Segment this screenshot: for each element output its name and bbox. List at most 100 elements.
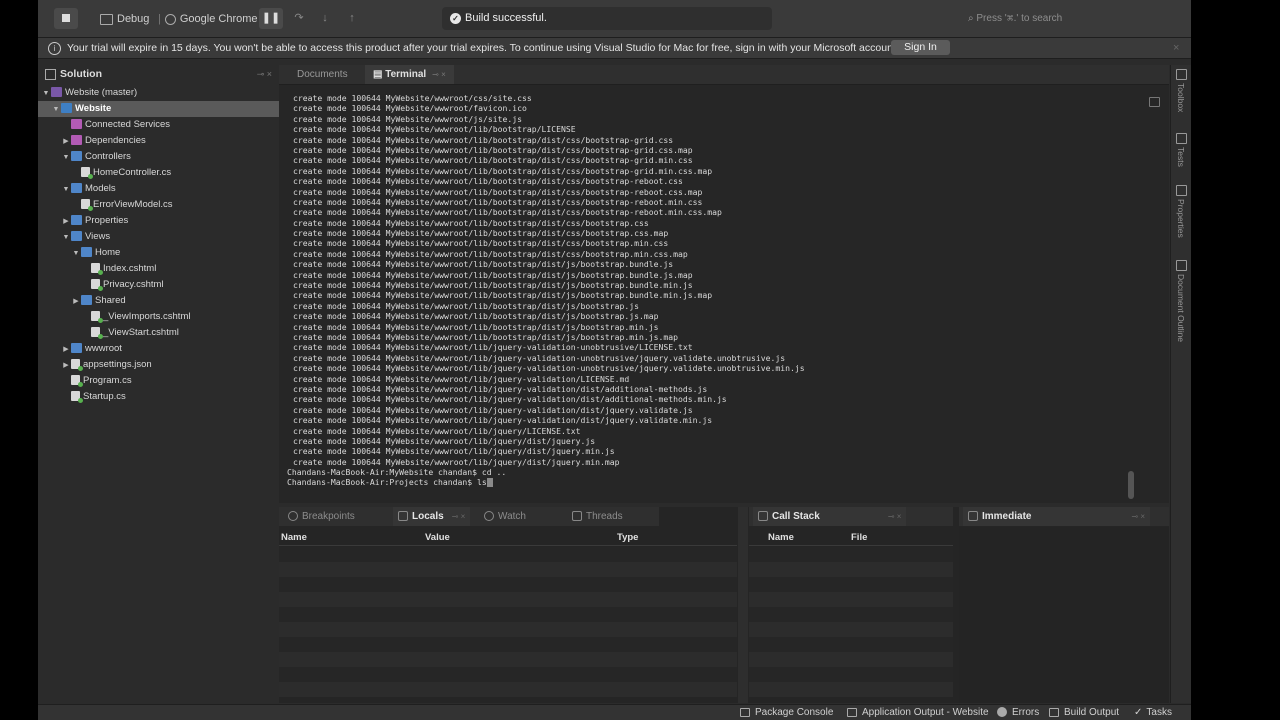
- tree-item[interactable]: Program.cs: [38, 373, 301, 389]
- tree-item-label: _ViewImports.cshtml: [103, 311, 191, 322]
- terminal-line: create mode 100644 MyWebsite/wwwroot/lib…: [293, 425, 581, 436]
- chevron-right-icon[interactable]: ▶: [61, 214, 71, 230]
- tree-item[interactable]: HomeController.cs: [38, 165, 311, 181]
- step-over-button[interactable]: ↷: [287, 8, 311, 29]
- tests-pad-button[interactable]: Tests: [1174, 133, 1188, 167]
- terminal-options-icon[interactable]: [1149, 97, 1160, 107]
- terminal-line: create mode 100644 MyWebsite/wwwroot/lib…: [293, 290, 713, 301]
- chevron-down-icon[interactable]: ▼: [71, 246, 81, 262]
- immediate-pad-tabs: Immediate ⊸ ×: [959, 507, 1169, 526]
- tree-item[interactable]: Connected Services: [38, 117, 301, 133]
- application-output-button[interactable]: Application Output - Website: [847, 705, 989, 720]
- tree-item-label: Program.cs: [83, 375, 132, 386]
- build-output-button[interactable]: Build Output: [1049, 705, 1119, 720]
- chevron-right-icon[interactable]: ▶: [71, 294, 81, 310]
- errors-icon: [997, 707, 1007, 718]
- sign-in-button[interactable]: Sign In: [891, 40, 950, 55]
- locals-col-name[interactable]: Name: [281, 531, 307, 545]
- callstack-col-file[interactable]: File: [851, 531, 867, 545]
- razor-file-icon: [91, 279, 103, 292]
- tree-item[interactable]: ▶ Properties: [38, 213, 301, 229]
- locals-col-value[interactable]: Value: [425, 531, 450, 545]
- tree-item-label: Privacy.cshtml: [103, 279, 164, 290]
- chevron-right-icon[interactable]: ▶: [61, 134, 71, 150]
- tab-controls[interactable]: ⊸ ×: [888, 512, 902, 521]
- package-console-button[interactable]: Package Console: [740, 705, 833, 720]
- tab-controls[interactable]: ⊸ ×: [432, 70, 446, 79]
- call-stack-empty-row: [749, 637, 953, 652]
- search-field[interactable]: ⌕ Press '⌘.' to search: [968, 8, 1168, 29]
- solution-icon: [51, 87, 62, 98]
- pause-button[interactable]: ❚❚: [259, 8, 283, 29]
- chevron-down-icon[interactable]: ▼: [61, 182, 71, 198]
- razor-file-icon: [91, 263, 103, 276]
- locals-empty-row: [279, 592, 737, 607]
- step-into-button[interactable]: ↓: [313, 8, 337, 29]
- tree-item[interactable]: ▼ Website: [38, 101, 291, 117]
- pad-controls[interactable]: ⊸ ×: [257, 65, 272, 83]
- immediate-pane[interactable]: [959, 527, 1169, 703]
- target-selector[interactable]: | Google Chrome: [154, 10, 258, 28]
- toolbox-pad-button[interactable]: Toolbox: [1174, 69, 1188, 112]
- tab-terminal[interactable]: ▤ Terminal ⊸ ×: [365, 65, 454, 84]
- tab-controls[interactable]: ⊸ ×: [1131, 512, 1145, 521]
- tree-item[interactable]: Startup.cs: [38, 389, 301, 405]
- tab-controls[interactable]: ⊸ ×: [452, 512, 466, 521]
- tree-item-label: Models: [85, 183, 116, 194]
- terminal-line: create mode 100644 MyWebsite/wwwroot/lib…: [293, 342, 693, 353]
- terminal-scrollbar[interactable]: [1128, 471, 1134, 499]
- tree-item-label: Startup.cs: [83, 391, 126, 402]
- callstack-col-name[interactable]: Name: [768, 531, 794, 545]
- close-banner-icon[interactable]: ×: [1173, 38, 1179, 58]
- chevron-right-icon[interactable]: ▶: [61, 358, 71, 374]
- locals-col-type[interactable]: Type: [617, 531, 638, 545]
- document-outline-pad-button[interactable]: Document Outline: [1174, 260, 1188, 342]
- chevron-down-icon[interactable]: ▼: [51, 102, 61, 118]
- step-over-icon: ↷: [294, 12, 304, 24]
- document-outline-label: Document Outline: [1176, 274, 1186, 343]
- application-output-icon: [847, 707, 857, 717]
- step-out-button[interactable]: ↑: [340, 8, 364, 29]
- tab-threads[interactable]: Threads: [567, 507, 628, 526]
- tree-item[interactable]: ▶ Dependencies: [38, 133, 301, 149]
- tab-watch[interactable]: Watch: [479, 507, 531, 526]
- terminal-cursor: [486, 478, 493, 488]
- tree-item[interactable]: ▼ Views: [38, 229, 301, 245]
- terminal-output[interactable]: create mode 100644 MyWebsite/wwwroot/css…: [287, 93, 1127, 493]
- configuration-selector[interactable]: Debug: [100, 10, 149, 28]
- call-stack-empty-row: [749, 652, 953, 667]
- terminal-line: create mode 100644 MyWebsite/wwwroot/lib…: [293, 144, 693, 155]
- errors-button[interactable]: Errors: [997, 705, 1039, 720]
- build-status-bar: ✓ Build successful.: [442, 7, 772, 30]
- pad-splitter[interactable]: [738, 507, 748, 703]
- tab-breakpoints[interactable]: Breakpoints: [283, 507, 360, 526]
- chevron-down-icon[interactable]: ▼: [61, 230, 71, 246]
- properties-pad-button[interactable]: Properties: [1174, 185, 1188, 238]
- chevron-down-icon[interactable]: ▼: [61, 150, 71, 166]
- tree-item[interactable]: ▼ Home: [38, 245, 311, 261]
- tree-item[interactable]: ▶ wwwroot: [38, 341, 301, 357]
- debug-pads: Breakpoints Locals ⊸ × Watch Threads Call…: [279, 507, 1169, 703]
- tab-locals[interactable]: Locals ⊸ ×: [393, 507, 471, 526]
- terminal-line: create mode 100644 MyWebsite/wwwroot/lib…: [293, 415, 713, 426]
- chevron-right-icon[interactable]: ▶: [61, 342, 71, 358]
- tree-item[interactable]: ErrorViewModel.cs: [38, 197, 311, 213]
- tab-watch-label: Watch: [498, 511, 526, 522]
- tree-item[interactable]: ▼ Website (master): [38, 85, 281, 101]
- tab-call-stack[interactable]: Call Stack ⊸ ×: [753, 507, 907, 526]
- locals-pad-tabs: Breakpoints Locals ⊸ × Watch Threads: [279, 507, 659, 526]
- tasks-button[interactable]: ✓ Tasks: [1134, 705, 1172, 720]
- chevron-down-icon[interactable]: ▼: [41, 86, 51, 102]
- tree-item[interactable]: ▼ Models: [38, 181, 301, 197]
- terminal-line: create mode 100644 MyWebsite/wwwroot/lib…: [293, 280, 693, 291]
- tree-item[interactable]: ▼ Controllers: [38, 149, 301, 165]
- tree-item-label: appsettings.json: [83, 359, 152, 370]
- stop-button[interactable]: [54, 8, 78, 29]
- tab-immediate[interactable]: Immediate ⊸ ×: [963, 507, 1151, 526]
- build-output-label: Build Output: [1064, 707, 1120, 718]
- tree-item[interactable]: ▶ Shared: [38, 293, 311, 309]
- csharp-file-icon: [71, 375, 83, 388]
- tab-documents[interactable]: Documents: [289, 65, 356, 84]
- package-console-icon: [740, 707, 750, 717]
- tree-item[interactable]: ▶ appsettings.json: [38, 357, 301, 373]
